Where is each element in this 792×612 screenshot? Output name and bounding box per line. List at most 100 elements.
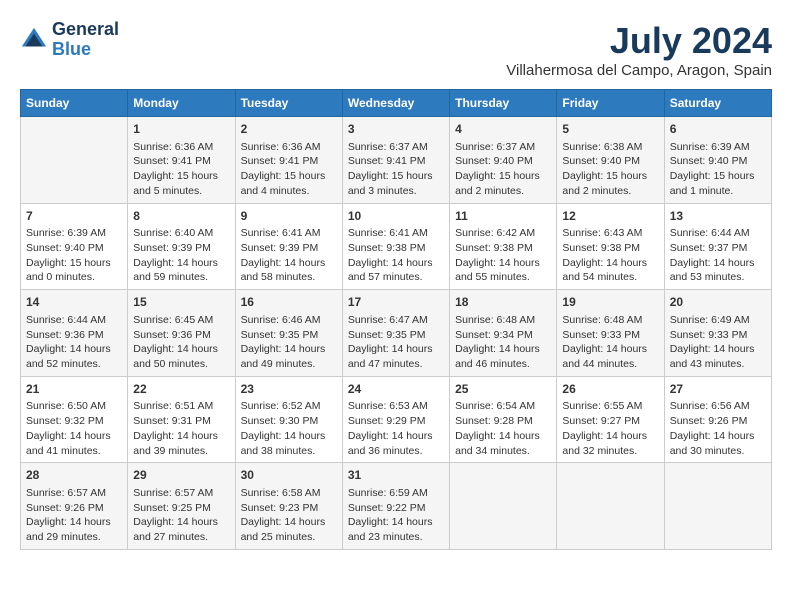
cell-info: Sunrise: 6:48 AM Sunset: 9:34 PM Dayligh… [455,313,551,372]
calendar-cell: 21Sunrise: 6:50 AM Sunset: 9:32 PM Dayli… [21,376,128,463]
calendar-cell: 30Sunrise: 6:58 AM Sunset: 9:23 PM Dayli… [235,463,342,550]
calendar-cell: 22Sunrise: 6:51 AM Sunset: 9:31 PM Dayli… [128,376,235,463]
cell-info: Sunrise: 6:39 AM Sunset: 9:40 PM Dayligh… [670,140,766,199]
calendar-cell: 23Sunrise: 6:52 AM Sunset: 9:30 PM Dayli… [235,376,342,463]
week-row-2: 14 Sunrise: 6:44 AM Sunset: 9:36 PM Dayli… [21,290,772,377]
day-number: 13 [670,208,766,225]
day-number: 1 [133,121,229,138]
cell-info: Sunrise: 6:40 AM Sunset: 9:39 PM Dayligh… [133,226,229,285]
cell-info: Sunrise: 6:37 AM Sunset: 9:41 PM Dayligh… [348,140,444,199]
day-number: 8 [133,208,229,225]
calendar-cell: 14 Sunrise: 6:44 AM Sunset: 9:36 PM Dayli… [21,290,128,377]
logo: General Blue [20,20,119,60]
day-number: 28 [26,467,122,484]
header-monday: Monday [128,90,235,117]
calendar-cell: 24Sunrise: 6:53 AM Sunset: 9:29 PM Dayli… [342,376,449,463]
cell-info: Sunrise: 6:41 AM Sunset: 9:38 PM Dayligh… [348,226,444,285]
cell-info: Sunrise: 6:43 AM Sunset: 9:38 PM Dayligh… [562,226,658,285]
day-number: 21 [26,381,122,398]
cell-info: Sunrise: 6:51 AM Sunset: 9:31 PM Dayligh… [133,399,229,458]
calendar-cell: 3 Sunrise: 6:37 AM Sunset: 9:41 PM Daylig… [342,117,449,204]
cell-info: Sunrise: 6:46 AM Sunset: 9:35 PM Dayligh… [241,313,337,372]
cell-info: Sunrise: 6:55 AM Sunset: 9:27 PM Dayligh… [562,399,658,458]
calendar-cell: 19 Sunrise: 6:48 AM Sunset: 9:33 PM Dayli… [557,290,664,377]
cell-info: Sunrise: 6:57 AM Sunset: 9:26 PM Dayligh… [26,486,122,545]
header-friday: Friday [557,90,664,117]
day-number: 19 [562,294,658,311]
day-number: 25 [455,381,551,398]
cell-info: Sunrise: 6:59 AM Sunset: 9:22 PM Dayligh… [348,486,444,545]
day-number: 18 [455,294,551,311]
day-number: 12 [562,208,658,225]
location: Villahermosa del Campo, Aragon, Spain [506,62,772,79]
header-sunday: Sunday [21,90,128,117]
day-number: 5 [562,121,658,138]
calendar-cell: 20 Sunrise: 6:49 AM Sunset: 9:33 PM Dayli… [664,290,771,377]
cell-info: Sunrise: 6:36 AM Sunset: 9:41 PM Dayligh… [241,140,337,199]
calendar-cell: 17 Sunrise: 6:47 AM Sunset: 9:35 PM Dayli… [342,290,449,377]
day-number: 24 [348,381,444,398]
logo-icon [20,26,48,54]
calendar-cell: 8Sunrise: 6:40 AM Sunset: 9:39 PM Daylig… [128,203,235,290]
calendar-cell: 4Sunrise: 6:37 AM Sunset: 9:40 PM Daylig… [450,117,557,204]
calendar-cell: 2 Sunrise: 6:36 AM Sunset: 9:41 PM Daylig… [235,117,342,204]
cell-info: Sunrise: 6:47 AM Sunset: 9:35 PM Dayligh… [348,313,444,372]
calendar-cell: 9Sunrise: 6:41 AM Sunset: 9:39 PM Daylig… [235,203,342,290]
week-row-1: 7Sunrise: 6:39 AM Sunset: 9:40 PM Daylig… [21,203,772,290]
day-number: 20 [670,294,766,311]
calendar-cell [450,463,557,550]
title-area: July 2024 Villahermosa del Campo, Aragon… [506,20,772,79]
cell-info: Sunrise: 6:48 AM Sunset: 9:33 PM Dayligh… [562,313,658,372]
day-number: 17 [348,294,444,311]
logo-general: General [52,20,119,40]
cell-info: Sunrise: 6:44 AM Sunset: 9:36 PM Dayligh… [26,313,122,372]
week-row-3: 21Sunrise: 6:50 AM Sunset: 9:32 PM Dayli… [21,376,772,463]
day-number: 6 [670,121,766,138]
cell-info: Sunrise: 6:42 AM Sunset: 9:38 PM Dayligh… [455,226,551,285]
day-number: 15 [133,294,229,311]
calendar-cell: 26Sunrise: 6:55 AM Sunset: 9:27 PM Dayli… [557,376,664,463]
calendar-cell: 10Sunrise: 6:41 AM Sunset: 9:38 PM Dayli… [342,203,449,290]
week-row-4: 28 Sunrise: 6:57 AM Sunset: 9:26 PM Dayli… [21,463,772,550]
day-number: 3 [348,121,444,138]
day-number: 30 [241,467,337,484]
calendar-cell: 27Sunrise: 6:56 AM Sunset: 9:26 PM Dayli… [664,376,771,463]
calendar-cell: 18 Sunrise: 6:48 AM Sunset: 9:34 PM Dayli… [450,290,557,377]
calendar-cell: 29 Sunrise: 6:57 AM Sunset: 9:25 PM Dayli… [128,463,235,550]
month-year: July 2024 [506,20,772,62]
cell-info: Sunrise: 6:39 AM Sunset: 9:40 PM Dayligh… [26,226,122,285]
calendar-cell: 12Sunrise: 6:43 AM Sunset: 9:38 PM Dayli… [557,203,664,290]
cell-info: Sunrise: 6:36 AM Sunset: 9:41 PM Dayligh… [133,140,229,199]
day-number: 7 [26,208,122,225]
cell-info: Sunrise: 6:45 AM Sunset: 9:36 PM Dayligh… [133,313,229,372]
cell-info: Sunrise: 6:53 AM Sunset: 9:29 PM Dayligh… [348,399,444,458]
calendar-cell: 31 Sunrise: 6:59 AM Sunset: 9:22 PM Dayli… [342,463,449,550]
day-number: 22 [133,381,229,398]
header-tuesday: Tuesday [235,90,342,117]
day-number: 10 [348,208,444,225]
cell-info: Sunrise: 6:56 AM Sunset: 9:26 PM Dayligh… [670,399,766,458]
day-number: 9 [241,208,337,225]
calendar-cell: 28 Sunrise: 6:57 AM Sunset: 9:26 PM Dayli… [21,463,128,550]
day-number: 31 [348,467,444,484]
header-saturday: Saturday [664,90,771,117]
calendar-cell: 11Sunrise: 6:42 AM Sunset: 9:38 PM Dayli… [450,203,557,290]
calendar-cell [664,463,771,550]
cell-info: Sunrise: 6:41 AM Sunset: 9:39 PM Dayligh… [241,226,337,285]
day-number: 11 [455,208,551,225]
day-number: 14 [26,294,122,311]
header: General Blue July 2024 Villahermosa del … [20,20,772,79]
calendar-cell: 13Sunrise: 6:44 AM Sunset: 9:37 PM Dayli… [664,203,771,290]
day-number: 23 [241,381,337,398]
calendar-cell: 7Sunrise: 6:39 AM Sunset: 9:40 PM Daylig… [21,203,128,290]
cell-info: Sunrise: 6:49 AM Sunset: 9:33 PM Dayligh… [670,313,766,372]
cell-info: Sunrise: 6:38 AM Sunset: 9:40 PM Dayligh… [562,140,658,199]
day-number: 29 [133,467,229,484]
day-number: 2 [241,121,337,138]
cell-info: Sunrise: 6:57 AM Sunset: 9:25 PM Dayligh… [133,486,229,545]
calendar-cell [557,463,664,550]
day-number: 27 [670,381,766,398]
cell-info: Sunrise: 6:44 AM Sunset: 9:37 PM Dayligh… [670,226,766,285]
calendar-cell [21,117,128,204]
day-number: 4 [455,121,551,138]
